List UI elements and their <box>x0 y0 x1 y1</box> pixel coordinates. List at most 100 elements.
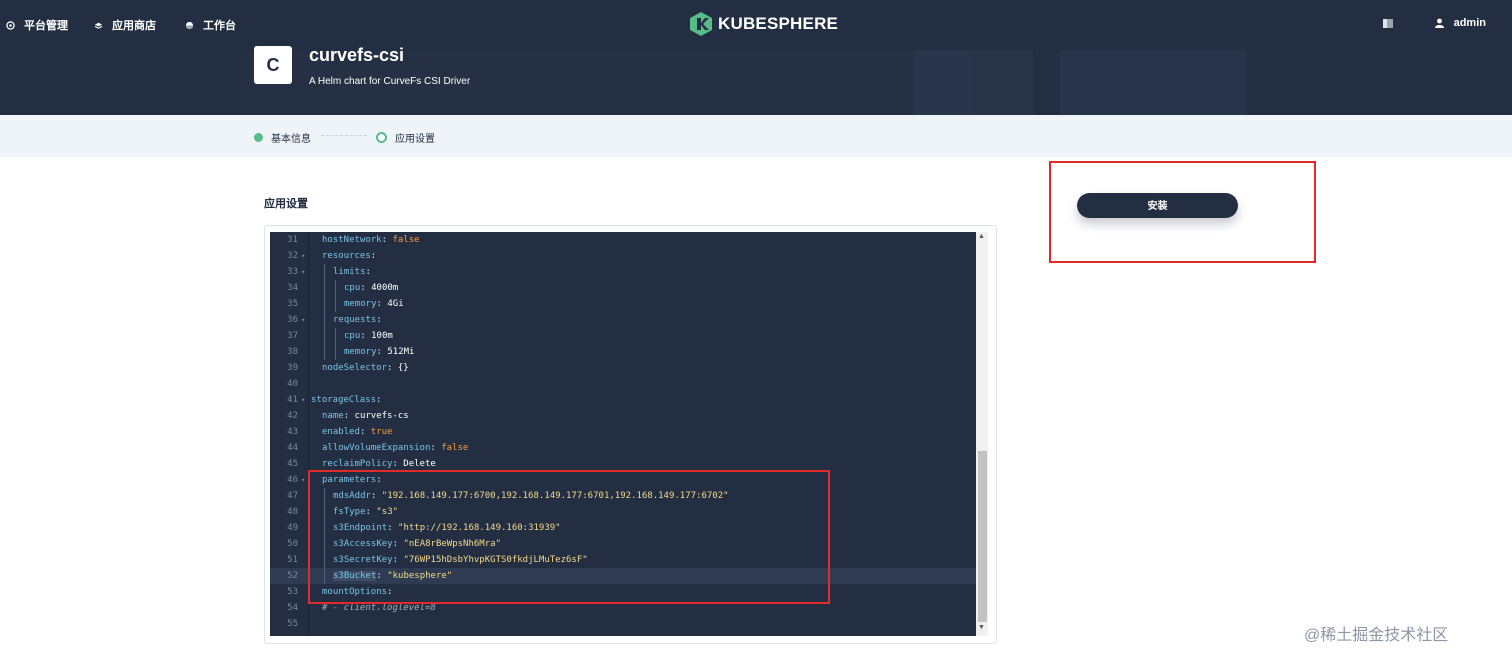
code-content: memory: 4Gi <box>344 299 404 309</box>
code-line[interactable]: 32 ▾ resources: <box>270 248 976 264</box>
section-title: 应用设置 <box>264 198 308 210</box>
fold-toggle-icon[interactable]: ▾ <box>301 312 305 328</box>
step-done-icon <box>254 133 263 142</box>
code-line[interactable]: 55 <box>270 616 976 632</box>
code-line[interactable]: 36 ▾ requests: <box>270 312 976 328</box>
code-content: cpu: 4000m <box>344 283 399 293</box>
code-line[interactable]: 34 cpu: 4000m <box>270 280 976 296</box>
yaml-value: 512Mi <box>387 347 415 357</box>
nav-app-store[interactable]: 应用商店 <box>94 17 156 33</box>
code-line[interactable]: 40 <box>270 376 976 392</box>
indent-guide <box>324 328 325 344</box>
code-line[interactable]: 43 enabled: true <box>270 424 976 440</box>
watermark: @稀土掘金技术社区 <box>1304 627 1449 644</box>
step-current-icon <box>376 132 387 143</box>
code-content: hostNetwork: false <box>322 235 420 245</box>
code-line[interactable]: 38 memory: 512Mi <box>270 344 976 360</box>
nav-platform-label: 平台管理 <box>24 20 68 32</box>
fold-toggle-icon[interactable]: ▾ <box>301 264 305 280</box>
line-number: 43 <box>287 427 298 437</box>
yaml-value: true <box>370 427 393 437</box>
notification-icon[interactable] <box>1383 19 1393 28</box>
line-number: 45 <box>287 459 298 469</box>
yaml-value: curvefs-cs <box>354 411 409 421</box>
line-number: 35 <box>287 299 298 309</box>
line-number: 40 <box>287 379 298 389</box>
code-content: limits: <box>333 267 377 277</box>
yaml-key: enabled <box>322 427 360 437</box>
steps-bar: 基本信息 应用设置 <box>0 115 1512 157</box>
top-nav: 平台管理 应用商店 工作台 KUBESPHERE admin <box>0 0 1512 50</box>
yaml-key: memory <box>344 299 377 309</box>
fold-toggle-icon[interactable]: ▾ <box>301 248 305 264</box>
indent-guide <box>324 344 325 360</box>
line-number: 38 <box>287 347 298 357</box>
header-decoration <box>913 50 1033 115</box>
platform-icon <box>6 20 15 30</box>
indent-guide <box>324 264 325 280</box>
appstore-icon <box>94 22 103 29</box>
line-number: 33 <box>287 267 298 277</box>
line-number: 51 <box>287 555 298 565</box>
fold-toggle-icon[interactable]: ▾ <box>301 392 305 408</box>
code-line[interactable]: 35 memory: 4Gi <box>270 296 976 312</box>
step-connector <box>321 135 367 136</box>
code-content: nodeSelector: {} <box>322 363 409 373</box>
scroll-down-icon[interactable]: ▼ <box>978 624 985 631</box>
step-basic-info[interactable]: 基本信息 <box>254 130 311 145</box>
parameters-highlight-box <box>308 470 830 604</box>
code-content: storageClass: <box>311 395 387 405</box>
line-number: 32 <box>287 251 298 261</box>
logo-text: KUBESPHERE <box>718 14 839 33</box>
nav-workbench[interactable]: 工作台 <box>185 17 236 33</box>
code-line[interactable]: 41 ▾ storageClass: <box>270 392 976 408</box>
user-menu[interactable]: admin <box>1434 17 1486 29</box>
line-number: 53 <box>287 587 298 597</box>
app-header <box>0 50 1512 115</box>
nav-app-store-label: 应用商店 <box>112 20 156 32</box>
yaml-key: name <box>322 411 344 421</box>
yaml-value: 100m <box>371 331 393 341</box>
kubesphere-logo[interactable]: KUBESPHERE <box>690 12 838 36</box>
line-number: 41 <box>287 395 298 405</box>
nav-platform-management[interactable]: 平台管理 <box>6 17 68 33</box>
line-number: 37 <box>287 331 298 341</box>
code-line[interactable]: 37 cpu: 100m <box>270 328 976 344</box>
indent-guide <box>335 328 336 344</box>
line-number: 34 <box>287 283 298 293</box>
yaml-key: reclaimPolicy <box>322 459 393 469</box>
yaml-key: resources <box>322 251 371 261</box>
code-line[interactable]: 31 hostNetwork: false <box>270 232 976 248</box>
user-icon <box>1434 18 1444 28</box>
yaml-key: nodeSelector <box>322 363 388 373</box>
code-content: name: curvefs-cs <box>322 411 409 421</box>
yaml-key: cpu <box>344 283 361 293</box>
scroll-up-icon[interactable]: ▲ <box>978 233 985 240</box>
code-line[interactable]: 39 nodeSelector: {} <box>270 360 976 376</box>
line-number: 47 <box>287 491 298 501</box>
yaml-value: 4000m <box>371 283 399 293</box>
yaml-value: Delete <box>403 459 436 469</box>
line-number: 36 <box>287 315 298 325</box>
code-content: memory: 512Mi <box>344 347 415 357</box>
code-content: requests: <box>333 315 388 325</box>
yaml-key: limits <box>333 267 366 277</box>
editor-scrollbar-thumb[interactable] <box>978 451 987 622</box>
step-app-settings[interactable]: 应用设置 <box>376 130 435 145</box>
yaml-key: requests <box>333 315 377 325</box>
install-button[interactable]: 安装 <box>1077 193 1238 218</box>
yaml-key: hostNetwork <box>322 235 382 245</box>
code-line[interactable]: 42 name: curvefs-cs <box>270 408 976 424</box>
code-content: allowVolumeExpansion: false <box>322 443 469 453</box>
yaml-key: storageClass <box>311 395 377 405</box>
fold-toggle-icon[interactable]: ▾ <box>301 472 305 488</box>
indent-guide <box>335 296 336 312</box>
line-number: 54 <box>287 603 298 613</box>
yaml-key: cpu <box>344 331 361 341</box>
kubesphere-logo-icon <box>690 12 712 36</box>
code-line[interactable]: 33 ▾ limits: <box>270 264 976 280</box>
indent-guide <box>324 296 325 312</box>
username: admin <box>1453 17 1486 29</box>
code-content: resources: <box>322 251 382 261</box>
code-line[interactable]: 44 allowVolumeExpansion: false <box>270 440 976 456</box>
